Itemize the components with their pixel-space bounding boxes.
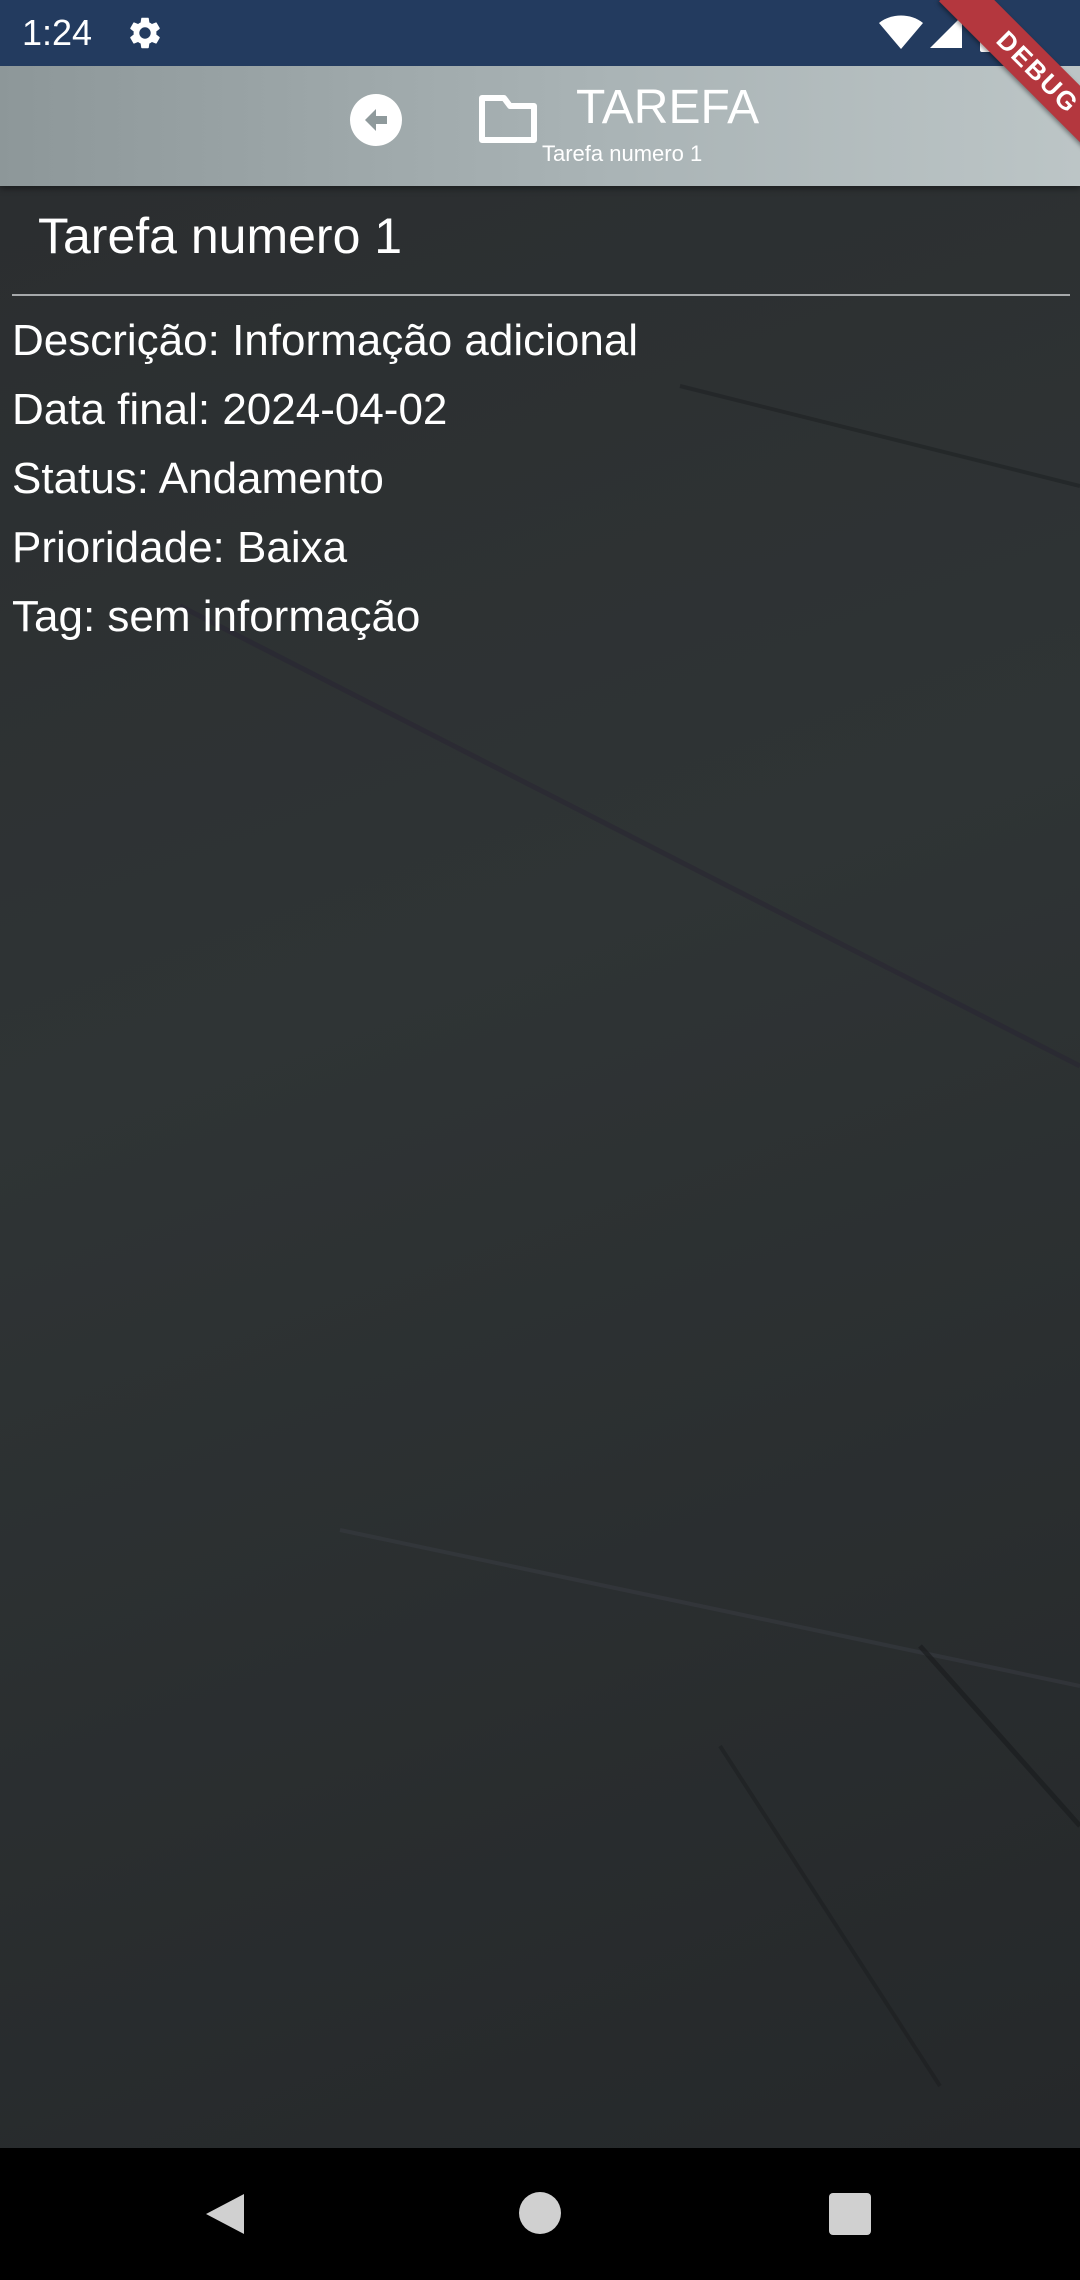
gear-icon [130,17,160,49]
task-detail-content: Tarefa numero 1 Descrição: Informação ad… [0,186,1080,2148]
battery-icon [980,12,1004,52]
nav-back-icon[interactable] [204,2192,246,2236]
task-due-date: Data final: 2024-04-02 [12,385,448,434]
status-bar: 1:24 [0,0,1080,66]
back-button[interactable] [350,94,402,146]
task-detail-list: Descrição: Informação adicional Data fin… [12,306,1062,651]
task-status: Status: Andamento [12,454,384,503]
back-arrow-circle-icon [365,109,387,131]
task-tag: Tag: sem informação [12,592,421,641]
task-title: Tarefa numero 1 [38,208,403,264]
page-title: TAREFA [576,81,760,134]
task-description: Descrição: Informação adicional [12,316,639,365]
folder-icon [479,95,537,143]
status-time: 1:24 [22,12,93,53]
signal-icon [930,16,962,48]
system-nav-bar [0,2148,1080,2280]
page-subtitle: Tarefa numero 1 [542,141,703,166]
nav-recents-icon[interactable] [829,2193,871,2235]
nav-home-icon[interactable] [519,2192,561,2234]
wifi-icon [879,15,923,49]
divider [12,294,1070,296]
task-priority: Prioridade: Baixa [12,523,348,572]
app-bar: TAREFA Tarefa numero 1 [0,66,1080,186]
